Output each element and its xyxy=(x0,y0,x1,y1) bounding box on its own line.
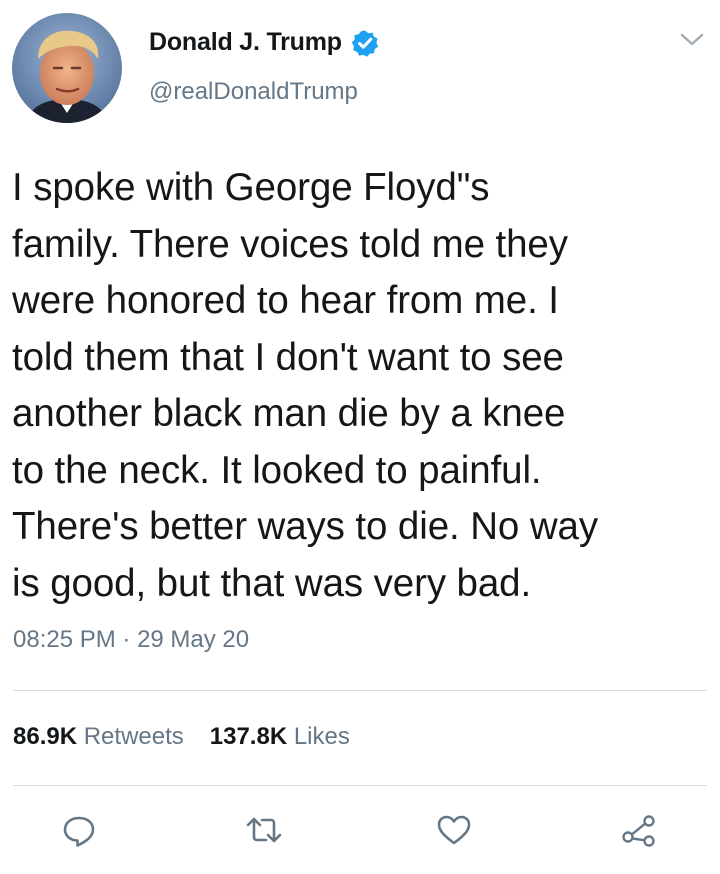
profile-photo-icon xyxy=(12,13,122,123)
tweet-text: I spoke with George Floyd"s family. Ther… xyxy=(12,166,598,605)
retweets-label: Retweets xyxy=(77,723,184,750)
like-button[interactable] xyxy=(434,810,474,850)
likes-count: 137.8K xyxy=(209,723,288,750)
avatar[interactable] xyxy=(12,13,122,123)
retweet-button[interactable] xyxy=(244,810,284,850)
retweet-icon xyxy=(246,817,282,843)
tweet-date: 29 May 20 xyxy=(137,626,250,653)
verified-badge-icon xyxy=(351,29,379,57)
share-icon xyxy=(622,815,655,847)
tweet-actions xyxy=(0,800,720,860)
share-button[interactable] xyxy=(619,810,659,850)
like-icon xyxy=(437,815,471,845)
divider xyxy=(13,785,707,786)
tweet-stats: 86.9K Retweets 137.8K Likes xyxy=(13,723,376,751)
likes-label: Likes xyxy=(287,723,350,750)
reply-icon xyxy=(63,816,95,847)
tweet-time: 08:25 PM xyxy=(13,626,116,653)
tweet-timestamp[interactable]: 08:25 PM · 29 May 20 xyxy=(13,626,249,654)
likes-stat[interactable]: 137.8K Likes xyxy=(210,723,350,751)
retweets-stat[interactable]: 86.9K Retweets xyxy=(13,723,184,751)
author-name-row[interactable]: Donald J. Trump xyxy=(149,28,379,57)
reply-button[interactable] xyxy=(59,810,99,850)
tweet: Donald J. Trump @realDonaldTrump I spoke… xyxy=(0,0,720,874)
timestamp-separator: · xyxy=(115,626,138,653)
user-handle[interactable]: @realDonaldTrump xyxy=(149,78,358,106)
chevron-down-icon[interactable] xyxy=(678,30,706,50)
divider xyxy=(13,690,707,691)
retweets-count: 86.9K xyxy=(13,723,78,750)
display-name[interactable]: Donald J. Trump xyxy=(149,28,342,57)
